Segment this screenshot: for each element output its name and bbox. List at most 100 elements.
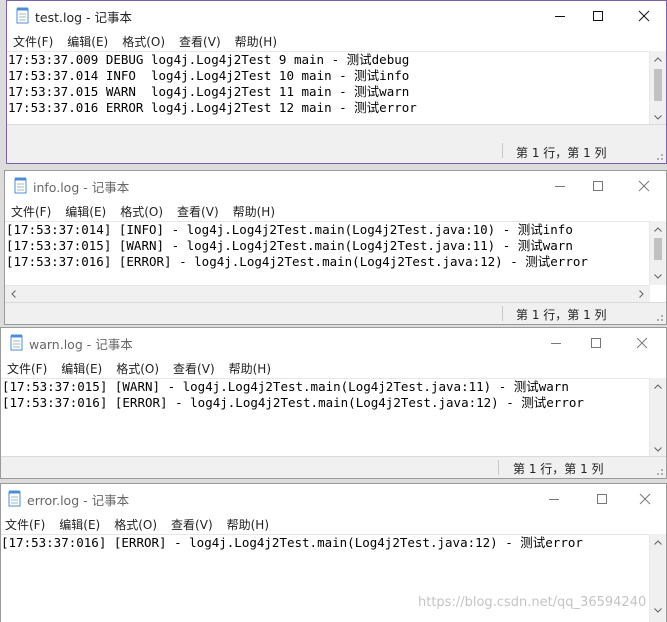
log-line: [17:53:37:014] [INFO] - log4j.Log4j2Test… [6,222,573,237]
watermark: https://blog.csdn.net/qq_36594240 [418,595,647,610]
text-editor[interactable]: 17:53:37.009 DEBUG log4j.Log4j2Test 9 ma… [7,51,650,126]
notepad-window-warn-log[interactable]: warn.log - 记事本 文件(F) 编辑(E) 格式(O) 查看(V) 帮… [0,327,667,479]
title-bar[interactable]: info.log - 记事本 [5,171,666,201]
maximize-icon [593,11,603,21]
log-line: 17:53:37.014 INFO log4j.Log4j2Test 10 ma… [8,68,410,83]
minimize-icon [549,499,559,500]
scroll-up-arrow-icon[interactable] [650,221,666,238]
close-button[interactable] [621,1,666,31]
status-divider [498,460,499,475]
maximize-button[interactable] [573,328,619,358]
title-bar[interactable]: warn.log - 记事本 [1,328,666,358]
menu-file[interactable]: 文件(F) [1,516,52,533]
menu-edit[interactable]: 编辑(E) [52,516,107,533]
menu-bar: 文件(F) 编辑(E) 格式(O) 查看(V) 帮助(H) [1,514,666,534]
scroll-up-arrow-icon[interactable] [650,378,666,395]
menu-help[interactable]: 帮助(H) [222,360,278,377]
status-divider [502,143,503,158]
maximize-button[interactable] [579,484,625,514]
close-icon [636,337,648,349]
menu-bar: 文件(F) 编辑(E) 格式(O) 查看(V) 帮助(H) [7,31,666,51]
status-bar: 第 1 行，第 1 列 [5,302,666,324]
notepad-window-info-log[interactable]: info.log - 记事本 文件(F) 编辑(E) 格式(O) 查看(V) 帮… [4,170,667,325]
scroll-up-arrow-icon[interactable] [650,51,666,68]
scroll-down-arrow-icon[interactable] [650,602,666,619]
close-icon [638,180,650,192]
text-editor[interactable]: [17:53:37:015] [WARN] - log4j.Log4j2Test… [1,378,650,458]
close-button[interactable] [622,484,666,514]
menu-file[interactable]: 文件(F) [7,33,60,50]
status-divider [502,306,503,321]
menu-format[interactable]: 格式(O) [113,203,170,220]
close-button[interactable] [621,171,666,201]
log-line: 17:53:37.015 WARN log4j.Log4j2Test 11 ma… [8,84,410,99]
menu-help[interactable]: 帮助(H) [228,33,284,50]
scroll-left-arrow-icon[interactable] [5,286,22,302]
menu-edit[interactable]: 编辑(E) [58,203,113,220]
menu-edit[interactable]: 编辑(E) [60,33,115,50]
maximize-button[interactable] [575,171,621,201]
maximize-icon [593,181,603,191]
vertical-scrollbar[interactable] [649,51,666,126]
notepad-icon [8,490,22,507]
cursor-position: 第 1 行，第 1 列 [516,308,607,322]
menu-view[interactable]: 查看(V) [172,33,228,50]
maximize-button[interactable] [575,1,621,31]
log-line: [17:53:37:015] [WARN] - log4j.Log4j2Test… [2,379,569,394]
maximize-icon [597,494,607,504]
menu-edit[interactable]: 编辑(E) [54,360,109,377]
resize-grip-icon[interactable] [654,312,664,322]
status-bar: 第 1 行，第 1 列 [7,124,666,163]
horizontal-scrollbar[interactable] [5,285,650,302]
text-editor[interactable]: [17:53:37:014] [INFO] - log4j.Log4j2Test… [5,221,650,285]
close-button[interactable] [619,328,665,358]
vertical-scrollbar[interactable] [649,534,666,622]
minimize-button[interactable] [531,484,577,514]
scrollbar-thumb[interactable] [654,238,662,260]
log-line: [17:53:37:016] [ERROR] - log4j.Log4j2Tes… [1,535,583,550]
cursor-position: 第 1 行，第 1 列 [513,462,604,476]
window-title: warn.log - 记事本 [29,337,133,352]
log-line: 17:53:37.016 ERROR log4j.Log4j2Test 12 m… [8,100,417,115]
menu-view[interactable]: 查看(V) [164,516,220,533]
log-line: 17:53:37.009 DEBUG log4j.Log4j2Test 9 ma… [8,52,410,67]
minimize-icon [551,343,561,344]
window-title: info.log - 记事本 [33,180,130,195]
close-icon [639,493,651,505]
menu-format[interactable]: 格式(O) [115,33,172,50]
log-line: [17:53:37:016] [ERROR] - log4j.Log4j2Tes… [2,395,584,410]
status-bar: 第 1 行，第 1 列 [1,456,666,478]
menu-file[interactable]: 文件(F) [1,360,54,377]
log-line: [17:53:37:015] [WARN] - log4j.Log4j2Test… [6,238,573,253]
menu-help[interactable]: 帮助(H) [220,516,276,533]
menu-format[interactable]: 格式(O) [107,516,164,533]
notepad-icon [14,177,28,194]
menu-file[interactable]: 文件(F) [5,203,58,220]
minimize-icon [555,16,565,17]
resize-grip-icon[interactable] [654,466,664,476]
scroll-right-arrow-icon[interactable] [633,286,650,302]
cursor-position: 第 1 行，第 1 列 [516,146,607,160]
scrollbar-thumb[interactable] [654,69,662,101]
scroll-up-arrow-icon[interactable] [650,534,666,551]
menu-format[interactable]: 格式(O) [109,360,166,377]
vertical-scrollbar[interactable] [649,221,666,285]
notepad-icon [16,7,30,24]
log-line: [17:53:37:016] [ERROR] - log4j.Log4j2Tes… [6,254,588,269]
menu-bar: 文件(F) 编辑(E) 格式(O) 查看(V) 帮助(H) [1,358,666,378]
title-bar[interactable]: test.log - 记事本 [7,1,666,31]
vertical-scrollbar[interactable] [649,378,666,458]
notepad-window-test-log[interactable]: test.log - 记事本 文件(F) 编辑(E) 格式(O) 查看(V) 帮… [6,0,667,164]
title-bar[interactable]: error.log - 记事本 [1,484,666,514]
window-title: error.log - 记事本 [27,493,130,508]
menu-view[interactable]: 查看(V) [166,360,222,377]
notepad-icon [10,334,24,351]
menu-view[interactable]: 查看(V) [170,203,226,220]
window-title: test.log - 记事本 [35,10,132,25]
minimize-icon [555,186,565,187]
resize-grip-icon[interactable] [654,151,664,161]
maximize-icon [591,338,601,348]
scroll-down-arrow-icon[interactable] [650,268,666,285]
menu-bar: 文件(F) 编辑(E) 格式(O) 查看(V) 帮助(H) [5,201,666,221]
menu-help[interactable]: 帮助(H) [226,203,282,220]
